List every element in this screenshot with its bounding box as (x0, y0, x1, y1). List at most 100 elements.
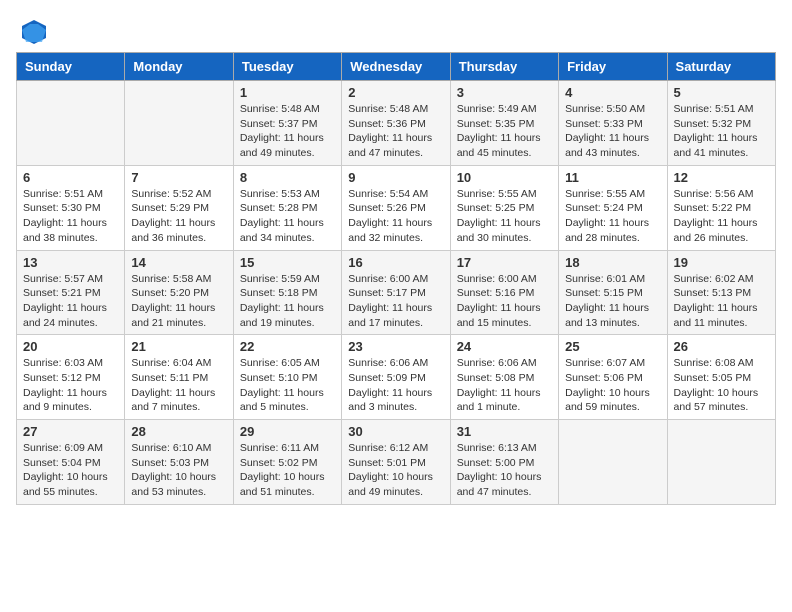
day-info: Sunrise: 6:02 AM Sunset: 5:13 PM Dayligh… (674, 272, 769, 331)
day-number: 16 (348, 255, 443, 270)
calendar-cell: 8 Sunrise: 5:53 AM Sunset: 5:28 PM Daylig… (233, 165, 341, 250)
weekday-header: Friday (559, 53, 667, 81)
calendar-cell: 17 Sunrise: 6:00 AM Sunset: 5:16 PM Dayli… (450, 250, 558, 335)
day-info: Sunrise: 6:09 AM Sunset: 5:04 PM Dayligh… (23, 441, 118, 500)
day-info: Sunrise: 6:03 AM Sunset: 5:12 PM Dayligh… (23, 356, 118, 415)
day-number: 13 (23, 255, 118, 270)
day-info: Sunrise: 6:04 AM Sunset: 5:11 PM Dayligh… (131, 356, 226, 415)
calendar-cell: 9Sunrise: 5:54 AM Sunset: 5:26 PM Daylig… (342, 165, 450, 250)
calendar-cell (17, 81, 125, 166)
page-header (16, 16, 776, 42)
calendar-cell: 1 Sunrise: 5:48 AM Sunset: 5:37 PM Daylig… (233, 81, 341, 166)
day-number: 15 (240, 255, 335, 270)
day-info: Sunrise: 6:05 AM Sunset: 5:10 PM Dayligh… (240, 356, 335, 415)
calendar-cell: 18 Sunrise: 6:01 AM Sunset: 5:15 PM Dayli… (559, 250, 667, 335)
calendar-cell (125, 81, 233, 166)
calendar-cell: 6 Sunrise: 5:51 AM Sunset: 5:30 PM Daylig… (17, 165, 125, 250)
calendar-cell: 14 Sunrise: 5:58 AM Sunset: 5:20 PM Dayli… (125, 250, 233, 335)
day-number: 7 (131, 170, 226, 185)
day-info: Sunrise: 5:52 AM Sunset: 5:29 PM Dayligh… (131, 187, 226, 246)
day-number: 21 (131, 339, 226, 354)
day-info: Sunrise: 5:51 AM Sunset: 5:32 PM Dayligh… (674, 102, 769, 161)
calendar-table: SundayMondayTuesdayWednesdayThursdayFrid… (16, 52, 776, 505)
day-info: Sunrise: 6:01 AM Sunset: 5:15 PM Dayligh… (565, 272, 660, 331)
day-info: Sunrise: 6:06 AM Sunset: 5:09 PM Dayligh… (348, 356, 443, 415)
calendar-cell: 27 Sunrise: 6:09 AM Sunset: 5:04 PM Dayli… (17, 420, 125, 505)
calendar-cell: 3Sunrise: 5:49 AM Sunset: 5:35 PM Daylig… (450, 81, 558, 166)
day-info: Sunrise: 5:57 AM Sunset: 5:21 PM Dayligh… (23, 272, 118, 331)
calendar-cell: 2 Sunrise: 5:48 AM Sunset: 5:36 PM Daylig… (342, 81, 450, 166)
day-number: 24 (457, 339, 552, 354)
day-number: 18 (565, 255, 660, 270)
calendar-cell: 4Sunrise: 5:50 AM Sunset: 5:33 PM Daylig… (559, 81, 667, 166)
calendar-cell: 11Sunrise: 5:55 AM Sunset: 5:24 PM Dayli… (559, 165, 667, 250)
calendar-cell: 13 Sunrise: 5:57 AM Sunset: 5:21 PM Dayli… (17, 250, 125, 335)
calendar-cell: 23 Sunrise: 6:06 AM Sunset: 5:09 PM Dayli… (342, 335, 450, 420)
day-info: Sunrise: 5:56 AM Sunset: 5:22 PM Dayligh… (674, 187, 769, 246)
calendar-cell: 12 Sunrise: 5:56 AM Sunset: 5:22 PM Dayli… (667, 165, 775, 250)
weekday-header: Wednesday (342, 53, 450, 81)
calendar-cell: 31 Sunrise: 6:13 AM Sunset: 5:00 PM Dayli… (450, 420, 558, 505)
day-number: 25 (565, 339, 660, 354)
day-info: Sunrise: 5:53 AM Sunset: 5:28 PM Dayligh… (240, 187, 335, 246)
day-info: Sunrise: 6:00 AM Sunset: 5:16 PM Dayligh… (457, 272, 552, 331)
day-number: 20 (23, 339, 118, 354)
day-number: 14 (131, 255, 226, 270)
day-info: Sunrise: 5:58 AM Sunset: 5:20 PM Dayligh… (131, 272, 226, 331)
day-info: Sunrise: 6:13 AM Sunset: 5:00 PM Dayligh… (457, 441, 552, 500)
calendar-cell (667, 420, 775, 505)
day-number: 2 (348, 85, 443, 100)
day-number: 19 (674, 255, 769, 270)
day-info: Sunrise: 6:00 AM Sunset: 5:17 PM Dayligh… (348, 272, 443, 331)
day-info: Sunrise: 6:12 AM Sunset: 5:01 PM Dayligh… (348, 441, 443, 500)
day-info: Sunrise: 6:06 AM Sunset: 5:08 PM Dayligh… (457, 356, 552, 415)
calendar-cell: 15 Sunrise: 5:59 AM Sunset: 5:18 PM Dayli… (233, 250, 341, 335)
day-number: 23 (348, 339, 443, 354)
day-number: 30 (348, 424, 443, 439)
day-number: 10 (457, 170, 552, 185)
day-number: 5 (674, 85, 769, 100)
calendar-cell: 19 Sunrise: 6:02 AM Sunset: 5:13 PM Dayli… (667, 250, 775, 335)
logo (16, 16, 50, 42)
calendar-cell: 16 Sunrise: 6:00 AM Sunset: 5:17 PM Dayli… (342, 250, 450, 335)
weekday-header: Saturday (667, 53, 775, 81)
day-number: 26 (674, 339, 769, 354)
calendar-cell: 21 Sunrise: 6:04 AM Sunset: 5:11 PM Dayli… (125, 335, 233, 420)
calendar-cell: 30 Sunrise: 6:12 AM Sunset: 5:01 PM Dayli… (342, 420, 450, 505)
day-number: 17 (457, 255, 552, 270)
calendar-cell: 25 Sunrise: 6:07 AM Sunset: 5:06 PM Dayli… (559, 335, 667, 420)
day-number: 6 (23, 170, 118, 185)
calendar-cell: 10 Sunrise: 5:55 AM Sunset: 5:25 PM Dayli… (450, 165, 558, 250)
day-number: 1 (240, 85, 335, 100)
day-number: 28 (131, 424, 226, 439)
day-info: Sunrise: 5:48 AM Sunset: 5:36 PM Dayligh… (348, 102, 443, 161)
weekday-header: Sunday (17, 53, 125, 81)
logo-icon (18, 16, 50, 48)
calendar-cell: 5 Sunrise: 5:51 AM Sunset: 5:32 PM Daylig… (667, 81, 775, 166)
day-info: Sunrise: 5:59 AM Sunset: 5:18 PM Dayligh… (240, 272, 335, 331)
calendar-cell (559, 420, 667, 505)
day-info: Sunrise: 6:07 AM Sunset: 5:06 PM Dayligh… (565, 356, 660, 415)
day-info: Sunrise: 6:11 AM Sunset: 5:02 PM Dayligh… (240, 441, 335, 500)
day-number: 3 (457, 85, 552, 100)
calendar-cell: 7 Sunrise: 5:52 AM Sunset: 5:29 PM Daylig… (125, 165, 233, 250)
calendar-cell: 20 Sunrise: 6:03 AM Sunset: 5:12 PM Dayli… (17, 335, 125, 420)
day-number: 31 (457, 424, 552, 439)
day-info: Sunrise: 6:10 AM Sunset: 5:03 PM Dayligh… (131, 441, 226, 500)
day-info: Sunrise: 5:54 AM Sunset: 5:26 PM Dayligh… (348, 187, 443, 246)
calendar-cell: 26 Sunrise: 6:08 AM Sunset: 5:05 PM Dayli… (667, 335, 775, 420)
day-number: 8 (240, 170, 335, 185)
day-number: 12 (674, 170, 769, 185)
weekday-header: Monday (125, 53, 233, 81)
day-number: 29 (240, 424, 335, 439)
day-number: 27 (23, 424, 118, 439)
day-info: Sunrise: 5:51 AM Sunset: 5:30 PM Dayligh… (23, 187, 118, 246)
calendar-cell: 24 Sunrise: 6:06 AM Sunset: 5:08 PM Dayli… (450, 335, 558, 420)
day-number: 4 (565, 85, 660, 100)
calendar-cell: 28 Sunrise: 6:10 AM Sunset: 5:03 PM Dayli… (125, 420, 233, 505)
day-info: Sunrise: 6:08 AM Sunset: 5:05 PM Dayligh… (674, 356, 769, 415)
day-info: Sunrise: 5:55 AM Sunset: 5:25 PM Dayligh… (457, 187, 552, 246)
day-info: Sunrise: 5:48 AM Sunset: 5:37 PM Dayligh… (240, 102, 335, 161)
calendar-cell: 29 Sunrise: 6:11 AM Sunset: 5:02 PM Dayli… (233, 420, 341, 505)
weekday-header: Thursday (450, 53, 558, 81)
